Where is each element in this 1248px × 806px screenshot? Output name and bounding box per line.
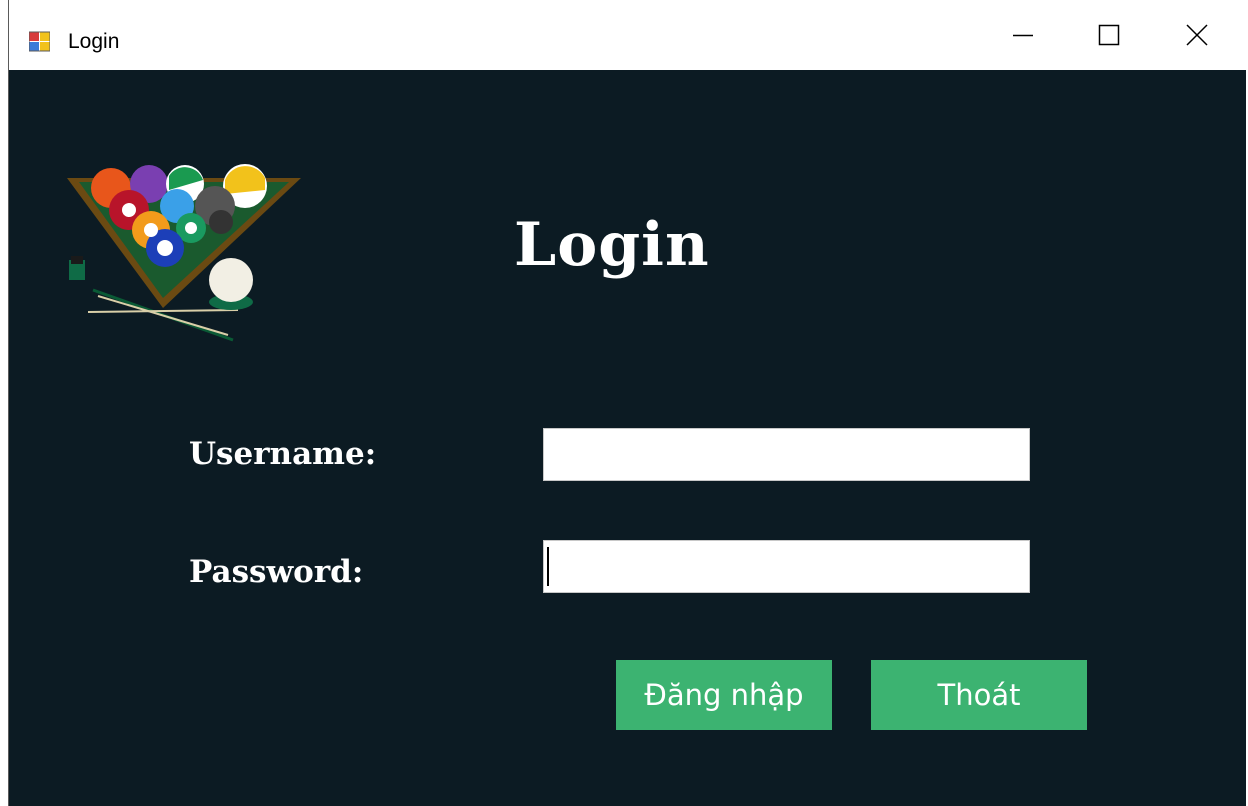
title-bar[interactable]: Login	[9, 0, 1246, 70]
login-button[interactable]: Đăng nhập	[616, 660, 832, 730]
minimize-button[interactable]	[977, 0, 1069, 70]
text-caret	[547, 547, 549, 586]
minimize-icon	[1013, 34, 1033, 37]
app-window-icon	[29, 31, 50, 52]
password-label: Password:	[189, 554, 364, 590]
username-label: Username:	[189, 436, 377, 472]
login-window: Login Login Username: Password: Đăng nhậ…	[8, 0, 1246, 806]
close-button[interactable]	[1151, 0, 1243, 70]
maximize-button[interactable]	[1063, 0, 1155, 70]
close-icon	[1186, 24, 1208, 46]
username-field[interactable]	[543, 428, 1030, 481]
password-field[interactable]	[543, 540, 1030, 593]
billiard-balls-rack-logo	[67, 164, 301, 342]
window-title: Login	[68, 30, 120, 53]
page-title: Login	[514, 210, 710, 280]
exit-button[interactable]: Thoát	[871, 660, 1087, 730]
maximize-icon	[1098, 24, 1120, 46]
